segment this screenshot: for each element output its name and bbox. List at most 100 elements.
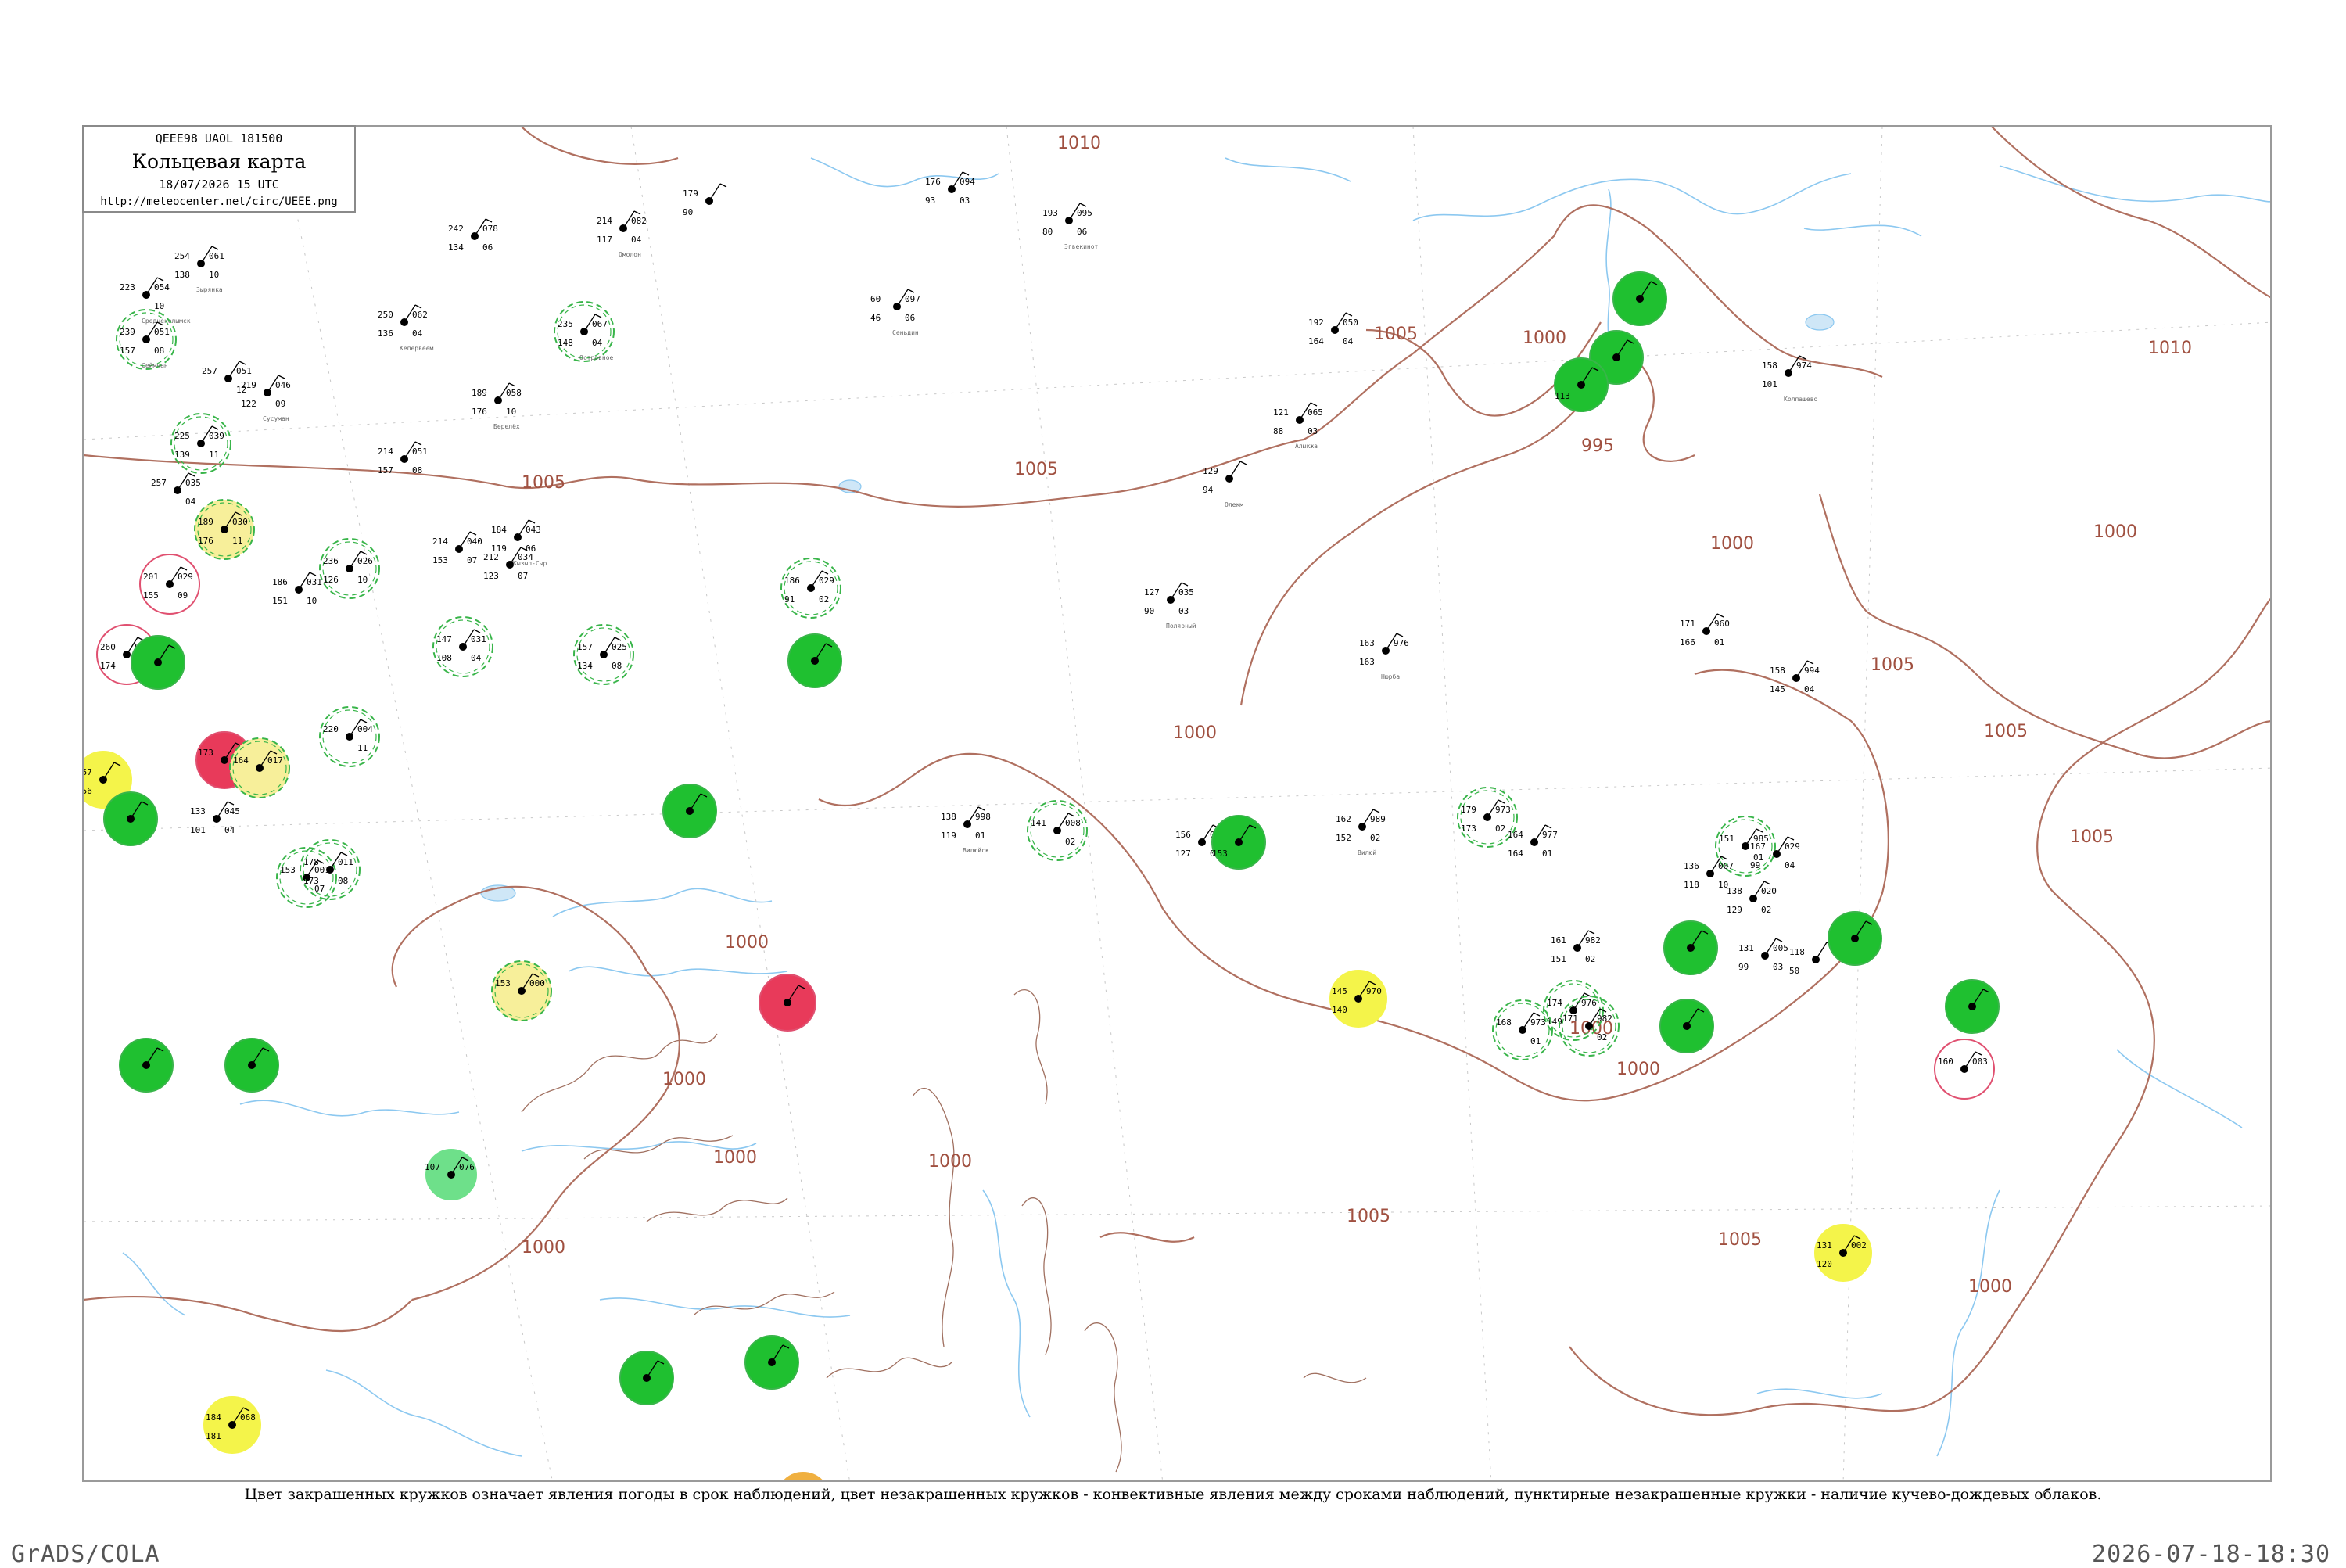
station-name: Островное — [579, 354, 614, 361]
station-tendency: 03 — [960, 196, 970, 206]
station-temp: 133 — [190, 806, 206, 816]
wind-barb-feather — [360, 551, 368, 555]
river-line — [239, 1100, 460, 1117]
station-dew: 46 — [870, 313, 881, 323]
station-plot: 107 076 — [425, 1149, 477, 1200]
station-temp: 214 — [597, 216, 612, 226]
station-pressure: 097 — [905, 294, 920, 304]
wind-barb-feather — [1763, 881, 1771, 885]
station-temp: 153 — [495, 978, 511, 989]
station-ring — [783, 1472, 823, 1480]
station-temp: 250 — [378, 310, 393, 320]
station-temp: 189 — [472, 388, 487, 398]
station-tendency: 02 — [1597, 1032, 1607, 1042]
station-dew: 99 — [1738, 962, 1749, 972]
station-plot: 153 000 — [491, 960, 552, 1021]
station-plot: 184 068 181 — [203, 1396, 261, 1454]
station-tendency: 02 — [1370, 833, 1380, 843]
station-dew: 119 — [491, 544, 507, 554]
isobar-label: 1005 — [1374, 325, 1418, 344]
station-temp: 186 — [272, 577, 288, 587]
station-pressure: 994 — [1804, 666, 1820, 676]
station-name: Кепервеем — [400, 345, 434, 352]
station-name: Алыкжа — [1295, 443, 1318, 450]
isobar-label: 1000 — [2093, 522, 2137, 542]
station-plot: 157 025 134 08 — [573, 624, 634, 685]
station-plot: 214 051 157 08 — [378, 441, 428, 475]
station-pressure: 039 — [209, 431, 224, 441]
terrain-contour — [1303, 1372, 1367, 1383]
station-plot: 164 977 164 01 — [1508, 824, 1558, 859]
bulletin-code: QEEE98 UAOL 181500 — [155, 131, 283, 145]
station-plot: 147 031 108 04 — [432, 616, 493, 677]
station-temp: 141 — [1031, 818, 1046, 828]
station-dew: 50 — [1789, 966, 1799, 976]
wind-barb-feather — [1544, 824, 1552, 829]
station-name: Эгвекинот — [1064, 243, 1099, 250]
station-name: Сеньдин — [892, 329, 919, 336]
station-plot: 220 004 11 — [319, 706, 380, 767]
river-line — [122, 1252, 186, 1316]
wind-barb-feather — [1181, 582, 1189, 587]
station-temp: 151 — [1719, 834, 1734, 844]
station-tendency: 01 — [1542, 849, 1552, 859]
station-plot: 136 007 118 10 — [1684, 856, 1734, 890]
river-line — [1225, 157, 1351, 182]
station-plot: 184 043 119 06 Кызыл-Сыр — [491, 519, 547, 567]
graticule-line — [1412, 127, 1492, 1480]
isobar-layer — [84, 127, 2270, 1416]
station-pressure: 040 — [467, 536, 482, 547]
station-temp: 236 — [323, 556, 339, 566]
river-line — [599, 1297, 851, 1318]
station-temp: 164 — [1508, 830, 1523, 840]
station-temp: 178 — [303, 857, 319, 867]
station-dew: 88 — [1273, 426, 1283, 436]
wind-barb-feather — [156, 277, 164, 282]
wind-barb — [1815, 942, 1828, 960]
isobar-line — [1991, 127, 2270, 299]
station-plot: 225 039 139 11 — [170, 413, 231, 474]
station-pressure: 078 — [482, 224, 498, 234]
station-plot: 214 040 153 07 — [432, 531, 482, 565]
wind-barb-feather — [211, 425, 219, 430]
station-tendency: 10 — [209, 270, 219, 280]
station-tendency: 04 — [1804, 684, 1815, 694]
station-temp: 184 — [491, 525, 507, 535]
wind-barb-feather — [227, 801, 235, 806]
station-tendency: 04 — [412, 328, 423, 339]
station-plots-layer: 076Анюйск-Оле2420781340621408211704Омоло… — [84, 156, 2000, 1480]
station-dew: 90 — [683, 207, 693, 217]
station-tendency: 11 — [357, 743, 368, 753]
station-dew: 166 — [1680, 637, 1695, 648]
river-line — [1412, 173, 1852, 221]
station-pressure: 046 — [275, 380, 291, 390]
station-dew: 163 — [1359, 657, 1375, 667]
wind-barb-feather — [1239, 461, 1247, 465]
wind-barb-feather — [309, 572, 317, 576]
station-tendency: 01 — [1530, 1036, 1541, 1046]
isobar-label: 1000 — [522, 1238, 565, 1258]
station-pressure: 004 — [357, 724, 373, 734]
station-pressure: 007 — [1718, 861, 1734, 871]
station-name: Омолон — [619, 251, 641, 258]
station-dew: 134 — [448, 242, 464, 253]
station-plot: 164 017 — [229, 737, 290, 798]
station-pressure: 068 — [240, 1412, 256, 1423]
wind-barb-feather — [239, 361, 246, 365]
station-temp: 158 — [1770, 666, 1785, 676]
station-pressure: 973 — [1495, 805, 1511, 815]
wind-barb-feather — [211, 246, 219, 250]
wind-barb-feather — [1806, 660, 1814, 665]
station-temp: 184 — [206, 1412, 221, 1423]
station-tendency: 10 — [154, 301, 164, 311]
station-plot: 160 003 — [1934, 1039, 1995, 1100]
station-dew: 93 — [925, 196, 935, 206]
map-url[interactable]: http://meteocenter.net/circ/UEEE.png — [84, 196, 354, 208]
legend-caption: Цвет закрашенных кружков означает явлени… — [244, 1486, 2102, 1503]
station-plot: 254 061 138 10 Зырянка — [174, 246, 224, 293]
station-temp: 107 — [425, 1162, 440, 1172]
station-pressure: 989 — [1370, 814, 1386, 824]
station-pressure: 051 — [154, 327, 170, 337]
station-tendency: 04 — [1785, 860, 1795, 870]
wind-barb-feather — [633, 210, 641, 215]
